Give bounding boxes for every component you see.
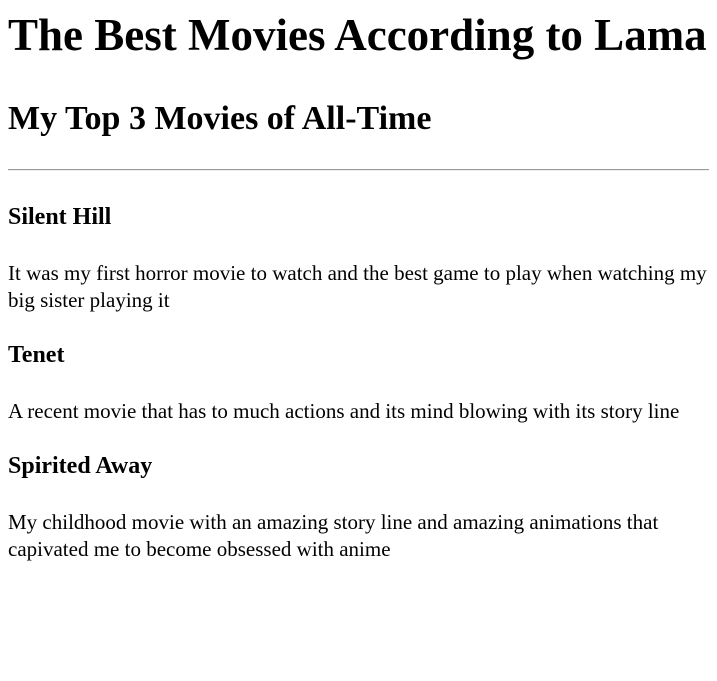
page-title: The Best Movies According to Lama	[8, 10, 707, 60]
movie-description-tenet: A recent movie that has to much actions …	[8, 399, 680, 423]
movie-title-silent-hill: Silent Hill	[8, 204, 112, 230]
movie-list: Silent Hill It was my first horror movie…	[8, 203, 709, 563]
movie-title-tenet: Tenet	[8, 342, 65, 368]
page-subtitle: My Top 3 Movies of All-Time	[8, 100, 432, 137]
movie-title-spirited-away: Spirited Away	[8, 453, 153, 479]
movie-description-silent-hill: It was my first horror movie to watch an…	[8, 261, 707, 312]
divider	[8, 169, 709, 171]
movie-description-spirited-away: My childhood movie with an amazing story…	[8, 510, 659, 561]
